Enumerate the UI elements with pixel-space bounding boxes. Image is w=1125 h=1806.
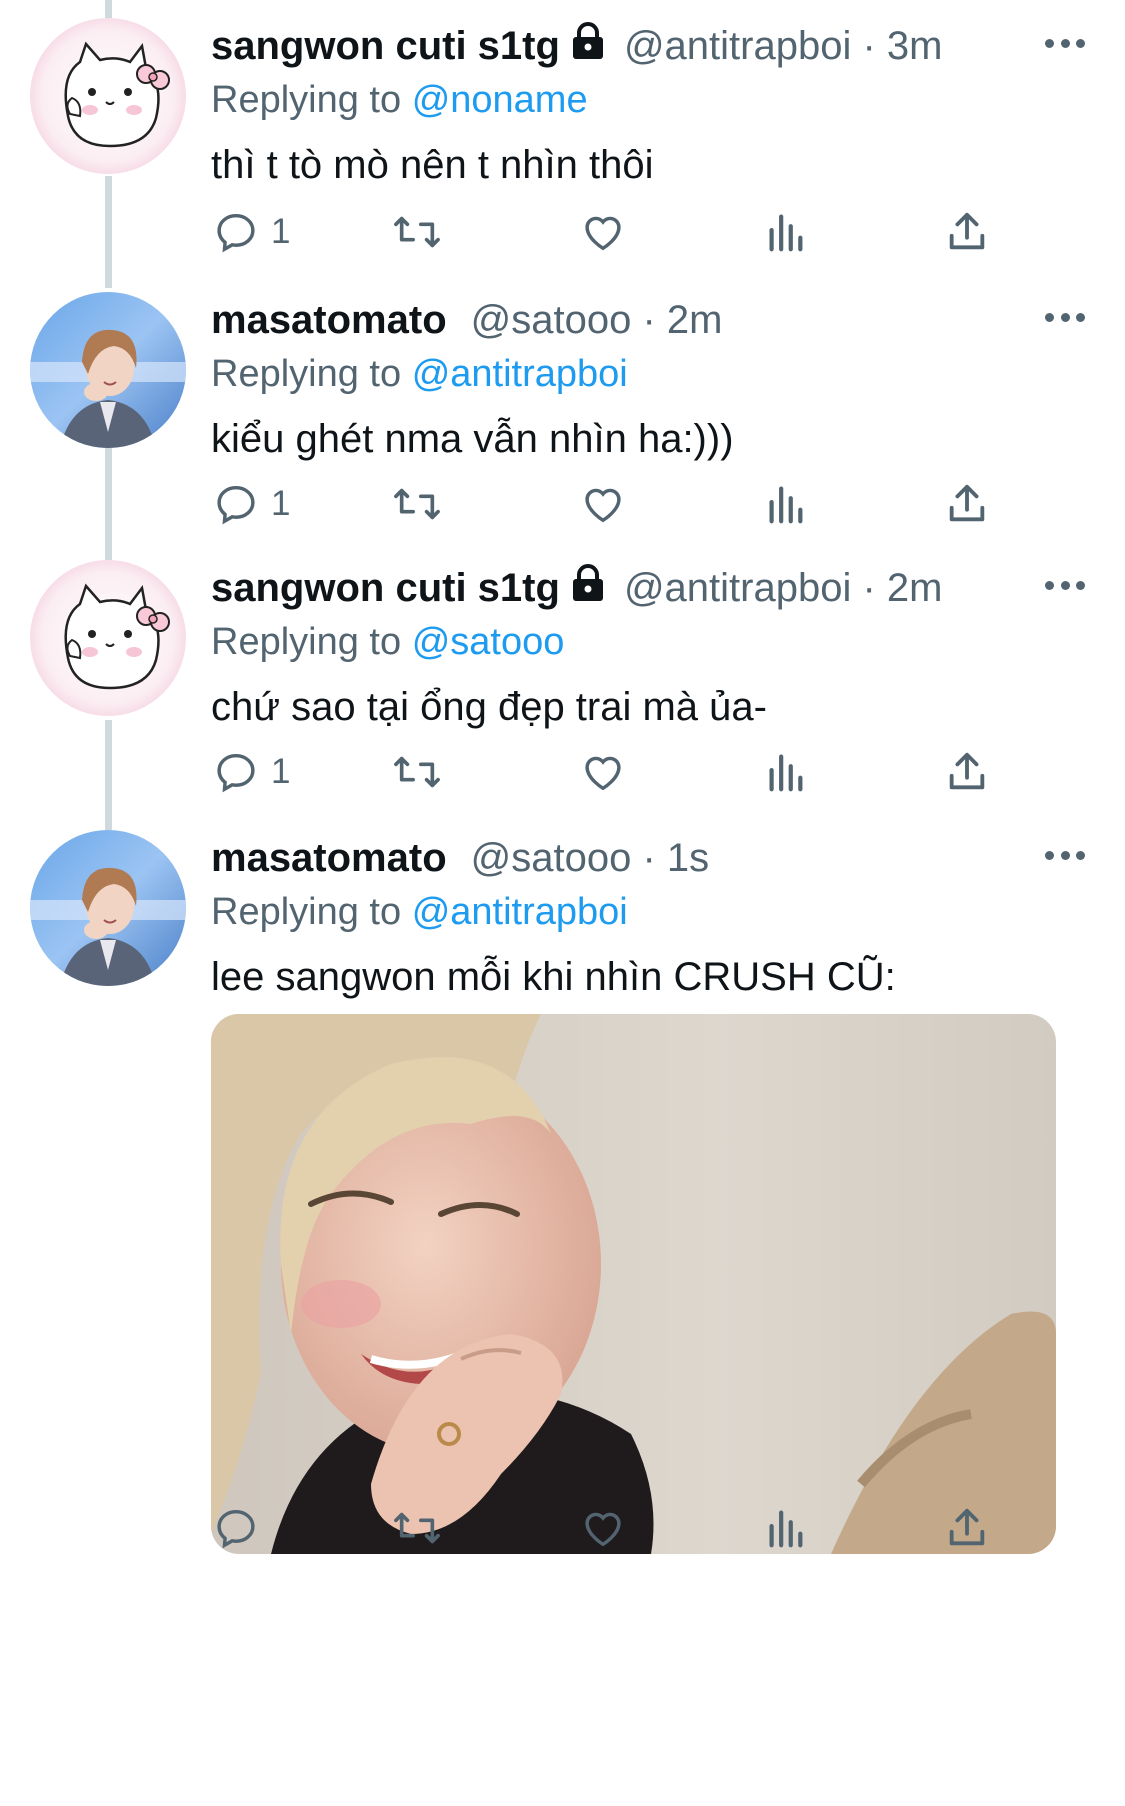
analytics-icon — [765, 209, 805, 255]
analytics-icon — [765, 749, 805, 795]
handle-time[interactable]: @satooo · 1s — [471, 836, 710, 881]
replying-to: Replying to @antitrapboi — [211, 350, 1085, 398]
tweet-text: kiểu ghét nma vẫn nhìn ha:))) — [211, 417, 734, 461]
mention-link[interactable]: @antitrapboi — [412, 353, 628, 395]
reply-count: 1 — [271, 212, 291, 251]
share-icon — [945, 1505, 989, 1551]
thread-line — [105, 0, 112, 18]
reply-icon — [213, 749, 259, 795]
handle-time[interactable]: @satooo · 2m — [471, 298, 723, 343]
replying-label: Replying to — [211, 621, 402, 663]
reply-button[interactable]: 1 — [213, 204, 290, 260]
views-button[interactable] — [765, 476, 805, 532]
display-name[interactable]: sangwon cuti s1tg — [211, 24, 560, 69]
avatar[interactable] — [30, 292, 186, 448]
replying-to: Replying to @antitrapboi — [211, 888, 1085, 936]
retweet-button[interactable] — [392, 744, 442, 800]
mention-link[interactable]: @satooo — [412, 621, 565, 663]
more-icon[interactable] — [1045, 28, 1085, 58]
tweet[interactable]: masatomato @satooo · 1s Replying to @ant… — [0, 830, 1125, 1806]
replying-to: Replying to @satooo — [211, 618, 1085, 666]
action-bar: 1 — [0, 204, 1125, 260]
tweet-media-image[interactable] — [211, 1014, 1056, 1554]
handle-time[interactable]: @antitrapboi · 2m — [624, 566, 943, 611]
share-icon — [945, 749, 989, 795]
analytics-icon — [765, 481, 805, 527]
display-name[interactable]: sangwon cuti s1tg — [211, 566, 560, 611]
more-icon[interactable] — [1045, 302, 1085, 332]
action-bar: 1 — [0, 744, 1125, 800]
retweet-button[interactable] — [392, 204, 442, 260]
reply-button[interactable]: 1 — [213, 476, 290, 532]
like-button[interactable] — [579, 204, 627, 260]
reply-count: 1 — [271, 752, 291, 791]
like-button[interactable] — [579, 1500, 627, 1556]
display-name[interactable]: masatomato — [211, 298, 447, 343]
mention-link[interactable]: @antitrapboi — [412, 891, 628, 933]
handle-time[interactable]: @antitrapboi · 3m — [624, 24, 943, 69]
replying-to: Replying to @noname — [211, 76, 1085, 124]
share-button[interactable] — [945, 476, 989, 532]
reply-icon — [213, 481, 259, 527]
action-bar: 1 — [0, 476, 1125, 532]
retweet-icon — [392, 1505, 442, 1551]
tweet-text: chứ sao tại ổng đẹp trai mà ủa- — [211, 685, 767, 729]
heart-icon — [579, 209, 627, 255]
more-icon[interactable] — [1045, 570, 1085, 600]
more-icon[interactable] — [1045, 840, 1085, 870]
avatar[interactable] — [30, 830, 186, 986]
views-button[interactable] — [765, 744, 805, 800]
display-name[interactable]: masatomato — [211, 836, 447, 881]
avatar[interactable] — [30, 18, 186, 174]
retweet-button[interactable] — [392, 476, 442, 532]
retweet-icon — [392, 209, 442, 255]
avatar[interactable] — [30, 560, 186, 716]
tweet[interactable]: masatomato @satooo · 2m Replying to @ant… — [0, 292, 1125, 562]
reply-count: 1 — [271, 484, 291, 523]
lock-icon — [570, 564, 606, 612]
tweet[interactable]: sangwon cuti s1tg @antitrapboi · 2m Repl… — [0, 560, 1125, 830]
views-button[interactable] — [765, 1500, 805, 1556]
reply-icon — [213, 209, 259, 255]
replying-label: Replying to — [211, 79, 402, 121]
tweet[interactable]: sangwon cuti s1tg @antitrapboi · 3m Repl… — [0, 18, 1125, 288]
reply-button[interactable] — [213, 1500, 271, 1556]
share-button[interactable] — [945, 1500, 989, 1556]
tweet-text: thì t tò mò nên t nhìn thôi — [211, 143, 654, 187]
heart-icon — [579, 749, 627, 795]
reply-icon — [213, 1505, 259, 1551]
share-button[interactable] — [945, 744, 989, 800]
mention-link[interactable]: @noname — [412, 79, 588, 121]
replying-label: Replying to — [211, 353, 402, 395]
retweet-button[interactable] — [392, 1500, 442, 1556]
heart-icon — [579, 481, 627, 527]
share-button[interactable] — [945, 204, 989, 260]
like-button[interactable] — [579, 744, 627, 800]
retweet-icon — [392, 481, 442, 527]
lock-icon — [570, 22, 606, 70]
views-button[interactable] — [765, 204, 805, 260]
heart-icon — [579, 1505, 627, 1551]
reply-button[interactable]: 1 — [213, 744, 290, 800]
action-bar — [0, 1500, 1125, 1556]
analytics-icon — [765, 1505, 805, 1551]
share-icon — [945, 481, 989, 527]
replying-label: Replying to — [211, 891, 402, 933]
retweet-icon — [392, 749, 442, 795]
like-button[interactable] — [579, 476, 627, 532]
share-icon — [945, 209, 989, 255]
tweet-text: lee sangwon mỗi khi nhìn CRUSH CŨ: — [211, 955, 896, 999]
